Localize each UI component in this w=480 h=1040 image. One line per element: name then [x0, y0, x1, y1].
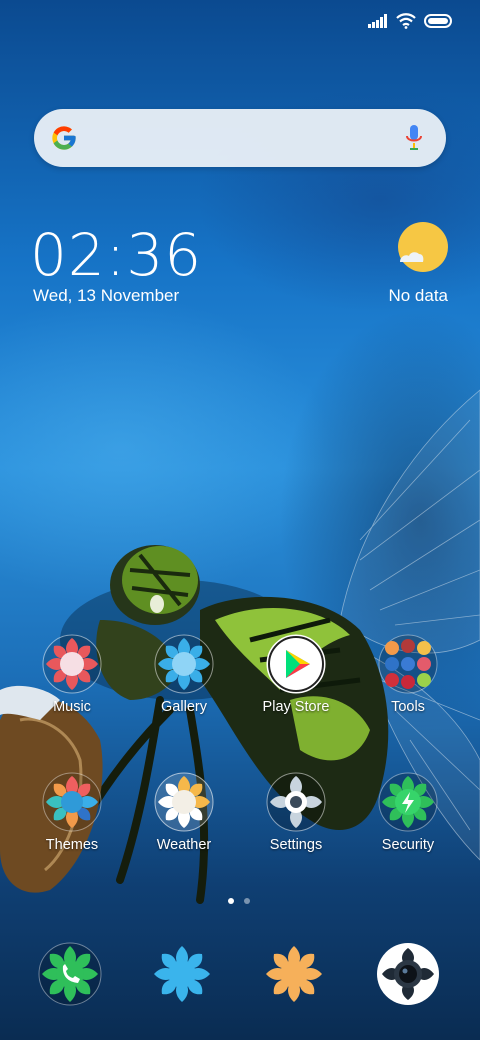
partly-sunny-icon[interactable] [396, 222, 448, 274]
messages-icon[interactable] [150, 942, 214, 1006]
app-label: Security [381, 837, 435, 853]
signal-icon [368, 14, 387, 28]
app-music[interactable]: Music [22, 634, 122, 715]
folder-icon [378, 634, 438, 694]
clock-time[interactable]: 02:36 [30, 222, 202, 288]
browser-icon[interactable] [262, 942, 326, 1006]
google-search-bar[interactable] [34, 109, 446, 167]
app-settings[interactable]: Settings [246, 772, 346, 853]
play-store-icon [266, 634, 326, 694]
battery-icon [424, 14, 452, 28]
security-icon [378, 772, 438, 832]
google-logo-icon [52, 126, 76, 150]
weather-app-icon [154, 772, 214, 832]
page-dot [244, 898, 250, 904]
clock-date[interactable]: Wed, 13 November [33, 286, 179, 306]
gallery-icon [154, 634, 214, 694]
status-bar [368, 10, 454, 32]
camera-icon[interactable] [376, 942, 440, 1006]
app-label: Play Store [262, 699, 330, 715]
phone-icon[interactable] [38, 942, 102, 1006]
mic-icon[interactable] [404, 124, 424, 152]
app-label: Music [53, 699, 91, 715]
app-gallery[interactable]: Gallery [134, 634, 234, 715]
app-themes[interactable]: Themes [22, 772, 122, 853]
app-label: Tools [391, 699, 425, 715]
app-folder-tools[interactable]: Tools [358, 634, 458, 715]
themes-icon [42, 772, 102, 832]
page-indicator [228, 898, 250, 904]
app-label: Weather [156, 837, 212, 853]
app-weather[interactable]: Weather [134, 772, 234, 853]
wifi-icon [396, 13, 416, 29]
music-icon [42, 634, 102, 694]
app-security[interactable]: Security [358, 772, 458, 853]
app-play-store[interactable]: Play Store [246, 634, 346, 715]
page-dot-active [228, 898, 234, 904]
app-label: Settings [269, 837, 323, 853]
settings-icon [266, 772, 326, 832]
weather-status[interactable]: No data [388, 286, 448, 306]
app-label: Themes [45, 837, 99, 853]
app-label: Gallery [161, 699, 207, 715]
